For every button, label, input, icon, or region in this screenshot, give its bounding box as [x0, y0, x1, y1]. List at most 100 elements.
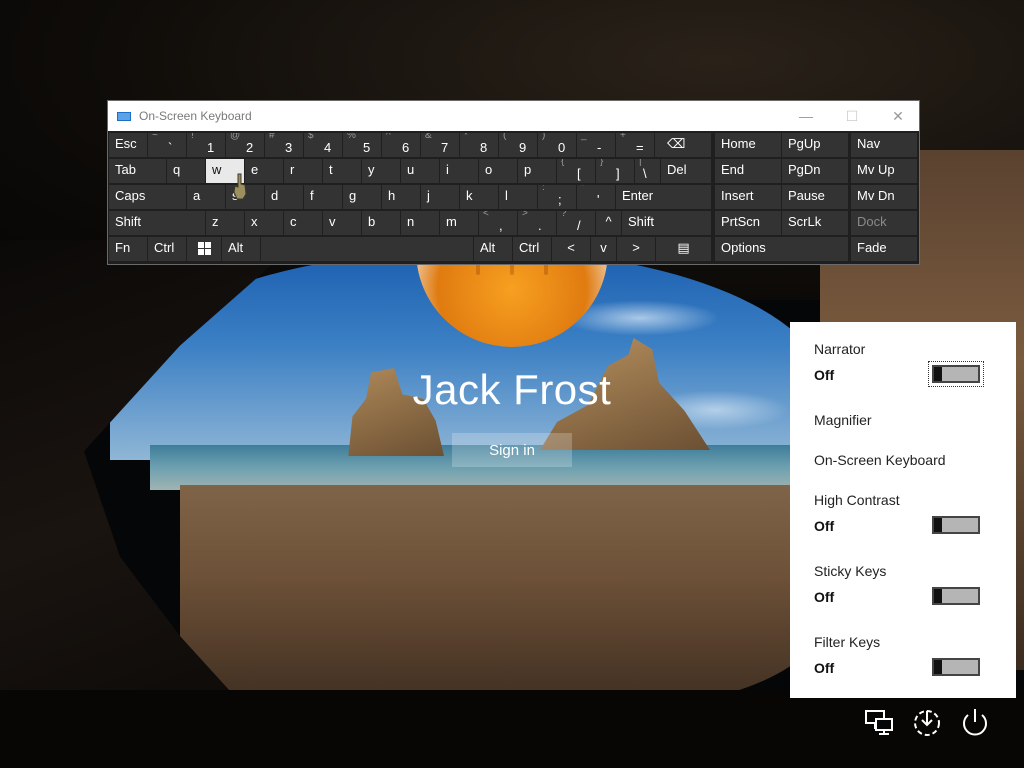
key-9[interactable]: (9 [499, 133, 537, 157]
key-quote[interactable]: " ' [577, 185, 615, 209]
key-prtscn[interactable]: PrtScn [715, 211, 781, 235]
key-q[interactable]: q [167, 159, 205, 183]
key-backtick[interactable]: ~ ` [148, 133, 186, 157]
key-alt-left[interactable]: Alt [222, 237, 260, 261]
key-insert[interactable]: Insert [715, 185, 781, 209]
minimize-button[interactable]: — [784, 101, 828, 131]
key-move-down[interactable]: Mv Dn [851, 185, 917, 209]
key-slash[interactable]: ? / [557, 211, 595, 235]
ease-of-access-icon[interactable] [910, 705, 944, 739]
key-f[interactable]: f [304, 185, 342, 209]
key-i[interactable]: i [440, 159, 478, 183]
key-menu[interactable]: ▤ [656, 237, 711, 261]
key-dock: Dock [851, 211, 917, 235]
key-end[interactable]: End [715, 159, 781, 183]
key-arrow-up[interactable]: ^ [596, 211, 621, 235]
key-semicolon[interactable]: :; [538, 185, 576, 209]
key-c[interactable]: c [284, 211, 322, 235]
key-1[interactable]: ! 1 [187, 133, 225, 157]
osk-title-bar[interactable]: On-Screen Keyboard — ☐ ✕ [108, 101, 919, 131]
key-backslash[interactable]: | \ [635, 159, 660, 183]
key-options[interactable]: Options [715, 237, 848, 261]
key-period[interactable]: >. [518, 211, 556, 235]
key-pause[interactable]: Pause [782, 185, 848, 209]
key-2[interactable]: @2 [226, 133, 264, 157]
key-nav[interactable]: Nav [851, 133, 917, 157]
key-b[interactable]: b [362, 211, 400, 235]
key-esc[interactable]: Esc [109, 133, 147, 157]
key-alt-right[interactable]: Alt [474, 237, 512, 261]
key-arrow-right[interactable]: > [617, 237, 655, 261]
key-n[interactable]: n [401, 211, 439, 235]
key-arrow-down[interactable]: v [591, 237, 616, 261]
key-k[interactable]: k [460, 185, 498, 209]
key-j[interactable]: j [421, 185, 459, 209]
magnifier-option[interactable]: Magnifier [814, 412, 872, 428]
key-8[interactable]: * 8 [460, 133, 498, 157]
key-tab[interactable]: Tab [109, 159, 166, 183]
key-x[interactable]: x [245, 211, 283, 235]
key-bracket-left[interactable]: {[ [557, 159, 595, 183]
key-0[interactable]: ) 0 [538, 133, 576, 157]
user-name: Jack Frost [412, 366, 612, 413]
key-pgup[interactable]: PgUp [782, 133, 848, 157]
key-5[interactable]: % 5 [343, 133, 381, 157]
high-contrast-state: Off [814, 518, 835, 534]
maximize-button[interactable]: ☐ [830, 101, 874, 131]
key-3[interactable]: #3 [265, 133, 303, 157]
key-p[interactable]: p [518, 159, 556, 183]
key-4[interactable]: $4 [304, 133, 342, 157]
network-icon[interactable] [862, 705, 896, 739]
toggle-knob [934, 518, 942, 532]
key-home[interactable]: Home [715, 133, 781, 157]
key-del[interactable]: Del [661, 159, 711, 183]
key-e[interactable]: e [245, 159, 283, 183]
key-space[interactable] [261, 237, 473, 261]
key-r[interactable]: r [284, 159, 322, 183]
key-bracket-right[interactable]: }] [596, 159, 634, 183]
key-ctrl-left[interactable]: Ctrl [148, 237, 186, 261]
key-g[interactable]: g [343, 185, 381, 209]
key-minus[interactable]: _ - [577, 133, 615, 157]
key-windows[interactable] [187, 237, 221, 261]
key-d[interactable]: d [265, 185, 303, 209]
filter-keys-toggle[interactable] [932, 658, 980, 676]
key-7[interactable]: & 7 [421, 133, 459, 157]
key-scrlk[interactable]: ScrLk [782, 211, 848, 235]
key-a[interactable]: a [187, 185, 225, 209]
power-icon[interactable] [958, 705, 992, 739]
high-contrast-toggle[interactable] [932, 516, 980, 534]
key-shift-left[interactable]: Shift [109, 211, 205, 235]
key-z[interactable]: z [206, 211, 244, 235]
key-ctrl-right[interactable]: Ctrl [513, 237, 551, 261]
key-l[interactable]: l [499, 185, 537, 209]
on-screen-keyboard-option[interactable]: On-Screen Keyboard [814, 452, 946, 468]
key-v[interactable]: v [323, 211, 361, 235]
key-t[interactable]: t [323, 159, 361, 183]
key-backspace[interactable]: ⌫ [655, 133, 711, 157]
key-6[interactable]: ^ 6 [382, 133, 420, 157]
beach [180, 485, 820, 715]
key-pgdn[interactable]: PgDn [782, 159, 848, 183]
key-fade[interactable]: Fade [851, 237, 917, 261]
key-u[interactable]: u [401, 159, 439, 183]
filter-keys-label: Filter Keys [814, 634, 881, 650]
close-button[interactable]: ✕ [876, 101, 920, 131]
key-fn[interactable]: Fn [109, 237, 147, 261]
key-h[interactable]: h [382, 185, 420, 209]
key-move-up[interactable]: Mv Up [851, 159, 917, 183]
key-y[interactable]: y [362, 159, 400, 183]
key-enter[interactable]: Enter [616, 185, 711, 209]
key-o[interactable]: o [479, 159, 517, 183]
key-shift-right[interactable]: Shift [622, 211, 711, 235]
narrator-label: Narrator [814, 341, 866, 357]
key-m[interactable]: m [440, 211, 478, 235]
toggle-knob [934, 589, 942, 603]
key-equals[interactable]: + = [616, 133, 654, 157]
narrator-toggle[interactable] [928, 361, 984, 387]
key-caps[interactable]: Caps [109, 185, 186, 209]
key-arrow-left[interactable]: < [552, 237, 590, 261]
sticky-keys-toggle[interactable] [932, 587, 980, 605]
key-comma[interactable]: <, [479, 211, 517, 235]
sign-in-button[interactable]: Sign in [452, 433, 572, 467]
